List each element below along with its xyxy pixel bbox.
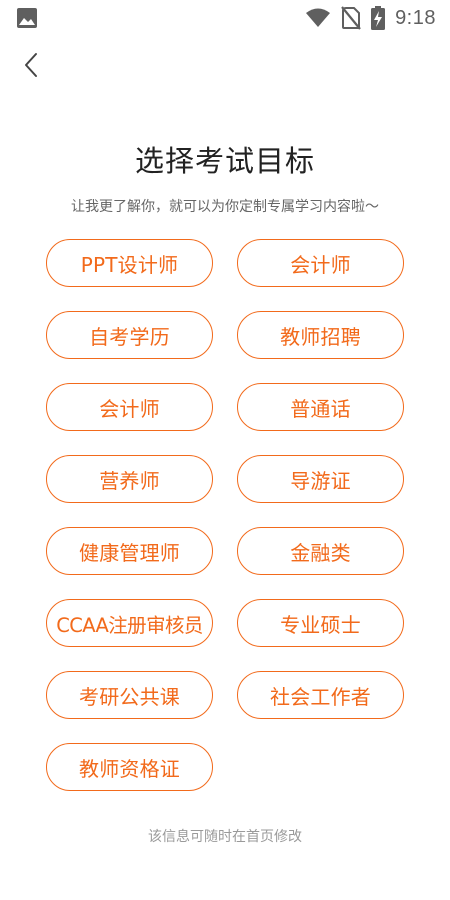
option-label: 导游证: [290, 468, 351, 493]
option-accountant[interactable]: 会计师: [237, 239, 404, 287]
option-label: 金融类: [290, 540, 351, 565]
back-button[interactable]: [16, 50, 46, 80]
option-ppt-designer[interactable]: PPT设计师: [46, 239, 213, 287]
option-label: 会计师: [290, 252, 351, 277]
option-label: 健康管理师: [79, 540, 180, 565]
wifi-icon: [306, 8, 331, 27]
option-label: 专业硕士: [280, 612, 361, 637]
option-label: 教师招聘: [280, 324, 361, 349]
status-bar: 9:18: [0, 0, 450, 36]
option-label: 自考学历: [89, 324, 170, 349]
option-label: 教师资格证: [79, 756, 180, 781]
option-nutritionist[interactable]: 营养师: [46, 455, 213, 503]
option-social-worker[interactable]: 社会工作者: [237, 671, 404, 719]
page-subtitle: 让我更了解你，就可以为你定制专属学习内容啦～: [71, 199, 379, 215]
option-teacher-recruitment[interactable]: 教师招聘: [237, 311, 404, 359]
exam-options-grid: PPT设计师 会计师 自考学历 教师招聘 会计师 普通话 营养师 导游证 健康管…: [46, 239, 404, 791]
chevron-left-icon: [25, 53, 37, 77]
status-right: 9:18: [305, 6, 436, 30]
option-mandarin[interactable]: 普通话: [237, 383, 404, 431]
option-label: PPT设计师: [80, 252, 179, 277]
status-left: [16, 7, 38, 29]
page-title: 选择考试目标: [134, 144, 315, 178]
option-ccaa-auditor[interactable]: CCAA注册审核员: [46, 599, 213, 647]
status-time: 9:18: [395, 6, 436, 29]
no-sim-icon: [341, 6, 361, 30]
battery-charging-icon: [371, 6, 386, 30]
option-postgrad-common[interactable]: 考研公共课: [46, 671, 213, 719]
option-accountant-2[interactable]: 会计师: [46, 383, 213, 431]
option-label: 普通话: [290, 396, 351, 421]
image-notification-icon: [17, 8, 37, 28]
screen: 9:18 选择考试目标 让我更了解你，就可以为你定制专属学习内容啦～ PPT设计…: [0, 0, 450, 900]
option-teacher-certificate[interactable]: 教师资格证: [46, 743, 213, 791]
option-label: 考研公共课: [79, 684, 180, 709]
option-label: 营养师: [99, 468, 160, 493]
option-health-manager[interactable]: 健康管理师: [46, 527, 213, 575]
option-label: 社会工作者: [270, 684, 371, 709]
option-finance[interactable]: 金融类: [237, 527, 404, 575]
footer-note: 该信息可随时在首页修改: [148, 829, 302, 845]
option-label: 会计师: [99, 396, 160, 421]
option-tour-guide[interactable]: 导游证: [237, 455, 404, 503]
option-professional-master[interactable]: 专业硕士: [237, 599, 404, 647]
option-label: CCAA注册审核员: [56, 613, 203, 637]
option-self-study-degree[interactable]: 自考学历: [46, 311, 213, 359]
